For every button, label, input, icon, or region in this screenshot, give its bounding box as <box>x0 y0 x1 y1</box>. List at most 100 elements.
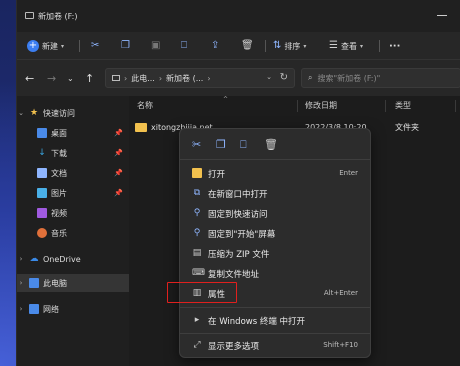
menu-item-label: 固定到快速访问 <box>208 210 268 220</box>
new-label: 新建 <box>42 41 58 51</box>
document-icon <box>37 168 47 178</box>
breadcrumb-separator: › <box>124 73 128 83</box>
forward-button[interactable]: → <box>47 72 56 85</box>
cut-button[interactable]: ✂ <box>91 38 99 54</box>
menu-item-open-new-window[interactable]: ⧉ 在新窗口中打开 <box>180 183 370 203</box>
zip-icon: ▤ <box>192 248 202 258</box>
share-button[interactable]: ⇪ <box>211 38 219 54</box>
chevron-right-icon[interactable]: › <box>17 279 25 287</box>
toolbar-divider <box>265 40 266 52</box>
sidebar-item-label: 网络 <box>43 304 59 314</box>
command-bar: + 新建 ▾ ✂ ❐ ▣ ⎕ ⇪ 🗑 ⇅ 排序 ▾ ☰ 查看 ▾ ··· <box>17 32 460 60</box>
sidebar-item-pictures[interactable]: 图片 📌 <box>17 184 129 202</box>
search-input[interactable]: ⌕ 搜索"新加卷 (F:)" <box>301 68 460 88</box>
paste-button[interactable]: ▣ <box>151 38 160 54</box>
menu-item-compress-zip[interactable]: ▤ 压缩为 ZIP 文件 <box>180 243 370 263</box>
back-button[interactable]: ← <box>25 72 34 85</box>
copy-button[interactable]: ❐ <box>121 38 130 54</box>
chevron-down-icon[interactable]: ⌄ <box>17 109 25 117</box>
column-divider[interactable] <box>297 100 298 112</box>
menu-item-label: 复制文件地址 <box>208 270 260 280</box>
sidebar-item-quick-access[interactable]: ⌄ ★ 快速访问 <box>17 104 129 122</box>
breadcrumb-this-pc[interactable]: 此电... <box>131 73 155 84</box>
scissors-icon[interactable]: ✂ <box>192 138 201 151</box>
sidebar-item-network[interactable]: › 网络 <box>17 300 129 318</box>
chevron-down-icon: ▾ <box>303 42 307 50</box>
menu-item-label: 固定到"开始"屏幕 <box>208 230 276 240</box>
sidebar-item-documents[interactable]: 文档 📌 <box>17 164 129 182</box>
menu-item-open-terminal[interactable]: ▸ 在 Windows 终端 中打开 <box>180 310 370 330</box>
star-icon: ★ <box>29 108 39 118</box>
chevron-down-icon[interactable]: ⌄ <box>266 73 272 81</box>
menu-item-pin-quick-access[interactable]: ⚲ 固定到快速访问 <box>180 203 370 223</box>
minimize-button[interactable] <box>437 15 447 16</box>
rename-icon[interactable]: ⎕ <box>240 138 247 152</box>
chevron-right-icon[interactable]: › <box>17 305 25 313</box>
column-header-type[interactable]: 类型 <box>395 100 411 111</box>
new-button[interactable]: + 新建 ▾ <box>27 38 64 54</box>
file-type: 文件夹 <box>395 122 419 132</box>
sidebar-item-label: 音乐 <box>51 228 67 238</box>
rename-icon: ⎕ <box>181 40 187 51</box>
sidebar-item-desktop[interactable]: 桌面 📌 <box>17 124 129 142</box>
new-window-icon: ⧉ <box>193 188 201 198</box>
address-bar[interactable]: › 此电... › 新加卷 (... › ⌄ ↻ <box>105 68 295 88</box>
share-icon: ⇪ <box>211 40 220 51</box>
folder-open-icon <box>192 168 202 178</box>
rename-button[interactable]: ⎕ <box>181 38 187 54</box>
sidebar-item-onedrive[interactable]: › ☁ OneDrive <box>17 250 129 268</box>
sort-button[interactable]: ⇅ 排序 ▾ <box>273 38 306 54</box>
breadcrumb-drive[interactable]: 新加卷 (... <box>166 73 203 84</box>
sidebar-item-label: 图片 <box>51 188 67 198</box>
menu-item-show-more[interactable]: ⤢ 显示更多选项 Shift+F10 <box>180 335 370 355</box>
menu-item-label: 在新窗口中打开 <box>208 190 268 200</box>
column-header-date[interactable]: 修改日期 <box>305 100 337 111</box>
more-button[interactable]: ··· <box>389 38 400 54</box>
file-explorer-window: 新加卷 (F:) + 新建 ▾ ✂ ❐ ▣ ⎕ ⇪ 🗑 ⇅ 排序 ▾ ☰ 查看 … <box>16 0 460 366</box>
drive-icon <box>25 12 34 19</box>
computer-icon <box>29 278 39 288</box>
sort-label: 排序 <box>284 41 301 51</box>
sidebar-item-videos[interactable]: 视频 <box>17 204 129 222</box>
delete-button[interactable]: 🗑 <box>241 38 254 54</box>
sidebar-item-downloads[interactable]: ↓ 下载 📌 <box>17 144 129 162</box>
copy-icon[interactable]: ❐ <box>216 138 226 151</box>
toolbar-divider <box>379 40 380 52</box>
menu-divider <box>180 159 370 160</box>
pin-icon: 📌 <box>114 129 123 137</box>
breadcrumb-separator: › <box>207 73 211 83</box>
trash-icon[interactable]: 🗑 <box>264 138 278 151</box>
column-divider[interactable] <box>455 100 456 112</box>
sidebar-item-label: OneDrive <box>43 254 81 264</box>
trash-icon: 🗑 <box>241 40 254 51</box>
column-header-name[interactable]: 名称 <box>137 100 153 111</box>
context-menu-quick-actions: ✂ ❐ ⎕ 🗑 <box>180 135 372 155</box>
picture-icon <box>37 188 47 198</box>
menu-item-shortcut: Enter <box>339 169 358 177</box>
refresh-icon[interactable]: ↻ <box>280 72 288 83</box>
cloud-icon: ☁ <box>29 254 39 264</box>
menu-item-label: 显示更多选项 <box>208 342 260 352</box>
menu-item-shortcut: Shift+F10 <box>323 341 358 349</box>
chevron-right-icon[interactable]: › <box>17 255 25 263</box>
up-button[interactable]: ↑ <box>85 72 94 85</box>
sidebar-item-this-pc[interactable]: › 此电脑 <box>17 274 129 292</box>
menu-item-open[interactable]: 打开 Enter <box>180 163 370 183</box>
chevron-down-icon: ▾ <box>61 42 65 50</box>
menu-item-copy-path[interactable]: ⌨ 复制文件地址 <box>180 263 370 283</box>
sidebar-item-label: 桌面 <box>51 128 67 138</box>
chevron-down-icon[interactable]: ⌄ <box>67 74 74 83</box>
download-icon: ↓ <box>38 148 46 158</box>
window-title: 新加卷 (F:) <box>38 12 78 21</box>
copy-icon: ❐ <box>121 40 130 51</box>
sidebar-item-label: 文档 <box>51 168 67 178</box>
column-divider[interactable] <box>385 100 386 112</box>
menu-item-pin-start[interactable]: ⚲ 固定到"开始"屏幕 <box>180 223 370 243</box>
sidebar-item-music[interactable]: 音乐 <box>17 224 129 242</box>
title-bar: 新加卷 (F:) <box>17 0 460 32</box>
view-button[interactable]: ☰ 查看 ▾ <box>329 38 363 54</box>
terminal-icon: ▸ <box>194 315 200 325</box>
highlight-box <box>167 282 237 303</box>
search-placeholder: 搜索"新加卷 (F:)" <box>317 73 381 83</box>
sidebar-item-label: 快速访问 <box>43 108 75 118</box>
